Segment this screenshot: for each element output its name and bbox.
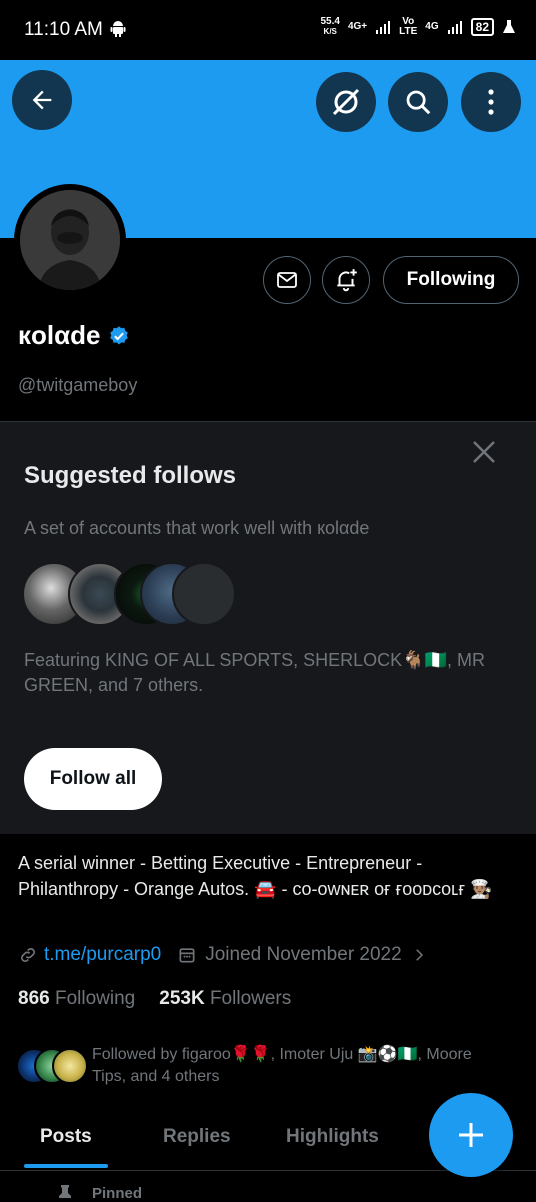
more-button[interactable] (461, 72, 521, 132)
following-count: 866 (18, 988, 50, 1009)
profile-meta: t.me/purcarp0 Joined November 2022 (18, 944, 428, 966)
status-right: 55.4 K/S 4G+ Vo LTE 4G 82 (320, 17, 516, 37)
network-speed: 55.4 K/S (320, 17, 339, 37)
back-button[interactable] (12, 70, 72, 130)
message-button[interactable] (263, 256, 311, 304)
grok-button[interactable] (316, 72, 376, 132)
suggested-title: Suggested follows (24, 462, 237, 489)
following-button[interactable]: Following (383, 256, 519, 304)
pin-icon (59, 1185, 71, 1198)
handle: @twitgameboy (18, 375, 138, 395)
status-bar: 11:10 AM 55.4 K/S 4G+ Vo LTE 4G 82 (0, 0, 536, 60)
link-icon (21, 948, 35, 962)
tab-highlights[interactable]: Highlights (286, 1126, 379, 1148)
android-icon (110, 21, 126, 37)
avatar[interactable] (20, 190, 120, 290)
suggested-follows-card: Suggested follows A set of accounts that… (0, 421, 536, 834)
following-count-link[interactable]: 866 Following (18, 988, 135, 1010)
pinned-label: Pinned (92, 1185, 143, 1202)
more-vertical-icon (488, 89, 494, 115)
following-label: Following (54, 988, 136, 1009)
status-time: 11:10 AM (24, 19, 103, 40)
suggested-avatars (22, 562, 242, 626)
verified-badge-icon (110, 325, 129, 344)
chevron-right-icon[interactable] (410, 946, 428, 964)
envelope-icon (277, 272, 297, 288)
follow-all-button[interactable]: Follow all (24, 748, 162, 810)
net2-label: 4G (425, 21, 439, 32)
active-tab-indicator (24, 1164, 108, 1168)
joined-date: Joined November 2022 (205, 944, 402, 965)
search-icon (406, 90, 431, 115)
plus-icon (459, 1123, 483, 1147)
suggested-subtitle: A set of accounts that work well with кo… (24, 518, 370, 538)
followed-by-avatars[interactable] (16, 1046, 88, 1084)
suggested-avatar[interactable] (172, 562, 236, 626)
followed-by-text[interactable]: Followed by figaroo🌹🌹, Imoter Uju 📸⚽🇳🇬, … (92, 1044, 502, 1088)
calendar-icon (179, 948, 195, 963)
speed-value: 55.4 (320, 16, 340, 27)
suggested-featuring: Featuring KING OF ALL SPORTS, SHERLOCK🐐🇳… (24, 650, 485, 695)
compose-button[interactable] (429, 1093, 513, 1177)
signal-icon (376, 21, 391, 34)
profile-bio: A serial winner - Betting Executive - En… (18, 853, 493, 899)
followers-count-link[interactable]: 253K Followers (159, 988, 291, 1010)
volte-label: Vo LTE (399, 17, 417, 37)
volte-bottom: LTE (399, 26, 418, 37)
display-name-row: кolαde (18, 320, 130, 351)
tab-replies[interactable]: Replies (163, 1126, 231, 1148)
battery-indicator: 82 (470, 18, 494, 36)
bell-plus-icon (337, 269, 357, 292)
flask-icon (503, 20, 515, 33)
grok-icon (332, 88, 360, 116)
profile-link[interactable]: t.me/purcarp0 (44, 944, 161, 966)
notifications-button[interactable] (322, 256, 370, 304)
net1-label: 4G+ (347, 21, 368, 32)
tab-posts[interactable]: Posts (40, 1126, 92, 1148)
followers-count: 253K (159, 988, 205, 1009)
follow-counts: 866 Following 253K Followers (18, 988, 291, 1010)
arrow-left-icon (32, 90, 52, 110)
avatar-photo (20, 190, 120, 290)
speed-unit: K/S (323, 27, 337, 36)
close-icon[interactable] (470, 438, 498, 466)
followers-label: Followers (209, 988, 292, 1009)
follower-avatar (52, 1048, 88, 1084)
search-button[interactable] (388, 72, 448, 132)
display-name: кolαde (18, 320, 101, 350)
signal-icon-2 (447, 21, 462, 34)
